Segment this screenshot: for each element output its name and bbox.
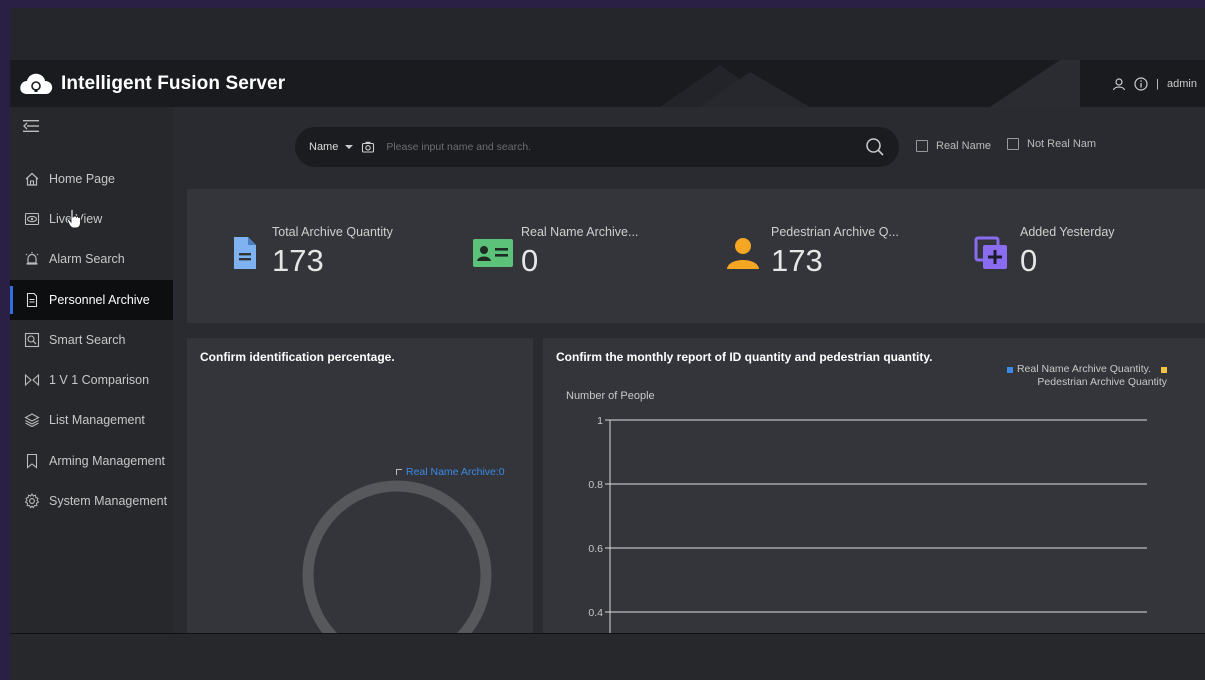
search-type-dropdown[interactable]: Name bbox=[309, 141, 354, 153]
sidebar-item-home-page[interactable]: Home Page bbox=[10, 159, 173, 199]
eye-icon bbox=[23, 211, 40, 228]
pie-legend-text: Real Name Archive:0 bbox=[406, 466, 505, 478]
camera-icon[interactable] bbox=[361, 140, 375, 154]
sidebar-item-arming-management[interactable]: Arming Management bbox=[10, 441, 173, 481]
stat-value: 173 bbox=[771, 243, 823, 278]
id-card-icon bbox=[473, 239, 513, 267]
info-icon[interactable] bbox=[1134, 76, 1148, 91]
header-decoration bbox=[660, 60, 1080, 107]
not-real-name-checkbox[interactable]: Not Real Nam bbox=[1007, 138, 1096, 150]
main-content: Name Real Name Not Real Nam Total Archiv… bbox=[173, 107, 1205, 633]
header-actions: | admin bbox=[1112, 60, 1197, 107]
search-type-label: Name bbox=[309, 141, 339, 153]
search-bar: Name bbox=[295, 127, 899, 167]
stat-value: 0 bbox=[521, 243, 539, 278]
logo: Intelligent Fusion Server bbox=[18, 72, 285, 96]
app-window: Intelligent Fusion Server | admin Home P… bbox=[10, 8, 1205, 680]
sidebar-item-live-view[interactable]: Live View bbox=[10, 199, 173, 239]
sidebar-item-label: Home Page bbox=[49, 172, 116, 186]
top-band bbox=[10, 8, 1205, 60]
app-title: Intelligent Fusion Server bbox=[61, 72, 286, 94]
sidebar-item-list-management[interactable]: List Management bbox=[10, 400, 173, 440]
sidebar-item-label: Arming Management bbox=[49, 454, 166, 468]
sidebar-item-personnel-archive[interactable]: Personnel Archive bbox=[10, 280, 173, 320]
stat-value: 0 bbox=[1020, 243, 1038, 278]
hand-cursor-icon bbox=[66, 208, 81, 229]
checkbox-box[interactable] bbox=[1007, 138, 1019, 150]
user-name[interactable]: admin bbox=[1167, 78, 1197, 90]
panel-title: Confirm identification percentage. bbox=[200, 350, 395, 364]
bottom-band bbox=[10, 633, 1205, 680]
cloud-icon bbox=[20, 73, 53, 94]
header-separator: | bbox=[1156, 77, 1160, 90]
line-chart: 1 0.8 0.6 0.4 bbox=[588, 415, 1147, 633]
sidebar-item-smart-search[interactable]: Smart Search bbox=[10, 320, 173, 360]
user-icon[interactable] bbox=[1112, 77, 1126, 91]
document-icon bbox=[23, 292, 40, 309]
identification-percentage-panel: Confirm identification percentage. Real … bbox=[187, 338, 533, 633]
sidebar-item-label: Smart Search bbox=[49, 333, 126, 347]
add-copy-icon bbox=[974, 236, 1007, 269]
donut-chart bbox=[302, 480, 492, 633]
smart-search-icon bbox=[23, 332, 40, 349]
sidebar-item-alarm-search[interactable]: Alarm Search bbox=[10, 239, 173, 279]
sidebar-item-label: Alarm Search bbox=[49, 252, 125, 266]
stat-label: Real Name Archive... bbox=[521, 225, 639, 239]
sidebar: Home Page Live View Alarm Search Personn… bbox=[10, 107, 173, 633]
search-input[interactable] bbox=[384, 140, 809, 154]
checkbox-box[interactable] bbox=[916, 140, 928, 152]
app-header: Intelligent Fusion Server | admin bbox=[10, 60, 1205, 107]
file-icon bbox=[234, 237, 256, 269]
sidebar-item-label: List Management bbox=[49, 413, 145, 427]
search-icon[interactable] bbox=[865, 137, 885, 157]
sidebar-item-1v1-comparison[interactable]: 1 V 1 Comparison bbox=[10, 360, 173, 400]
real-name-checkbox[interactable]: Real Name bbox=[916, 140, 991, 152]
compare-icon bbox=[23, 372, 40, 389]
sidebar-item-system-management[interactable]: System Management bbox=[10, 481, 173, 521]
stat-label: Added Yesterday bbox=[1020, 225, 1115, 239]
checkbox-label: Not Real Nam bbox=[1027, 138, 1097, 150]
y-tick-label: 1 bbox=[597, 415, 603, 427]
pie-legend-label: Real Name Archive:0 bbox=[396, 466, 505, 478]
sidebar-item-label: System Management bbox=[49, 494, 168, 508]
y-tick-label: 0.4 bbox=[588, 607, 603, 619]
y-tick-label: 0.8 bbox=[588, 479, 603, 491]
sidebar-item-label: Personnel Archive bbox=[49, 293, 150, 307]
home-icon bbox=[23, 171, 40, 188]
monthly-report-panel: Confirm the monthly report of ID quantit… bbox=[543, 338, 1205, 633]
alarm-icon bbox=[23, 251, 40, 268]
collapse-menu-icon[interactable] bbox=[23, 119, 41, 133]
stat-label: Total Archive Quantity bbox=[272, 225, 393, 239]
stats-panel: Total Archive Quantity 173 Real Name Arc… bbox=[187, 189, 1205, 323]
stat-label: Pedestrian Archive Q... bbox=[771, 225, 899, 239]
sidebar-item-label: 1 V 1 Comparison bbox=[49, 373, 150, 387]
y-tick-label: 0.6 bbox=[588, 543, 603, 555]
layers-icon bbox=[23, 412, 40, 429]
checkbox-label: Real Name bbox=[936, 140, 992, 152]
gear-icon bbox=[23, 493, 40, 510]
bookmark-icon bbox=[23, 453, 40, 470]
person-icon bbox=[727, 238, 759, 269]
chevron-down-icon bbox=[345, 145, 354, 149]
legend-tick bbox=[396, 469, 402, 475]
stat-value: 173 bbox=[272, 243, 324, 278]
